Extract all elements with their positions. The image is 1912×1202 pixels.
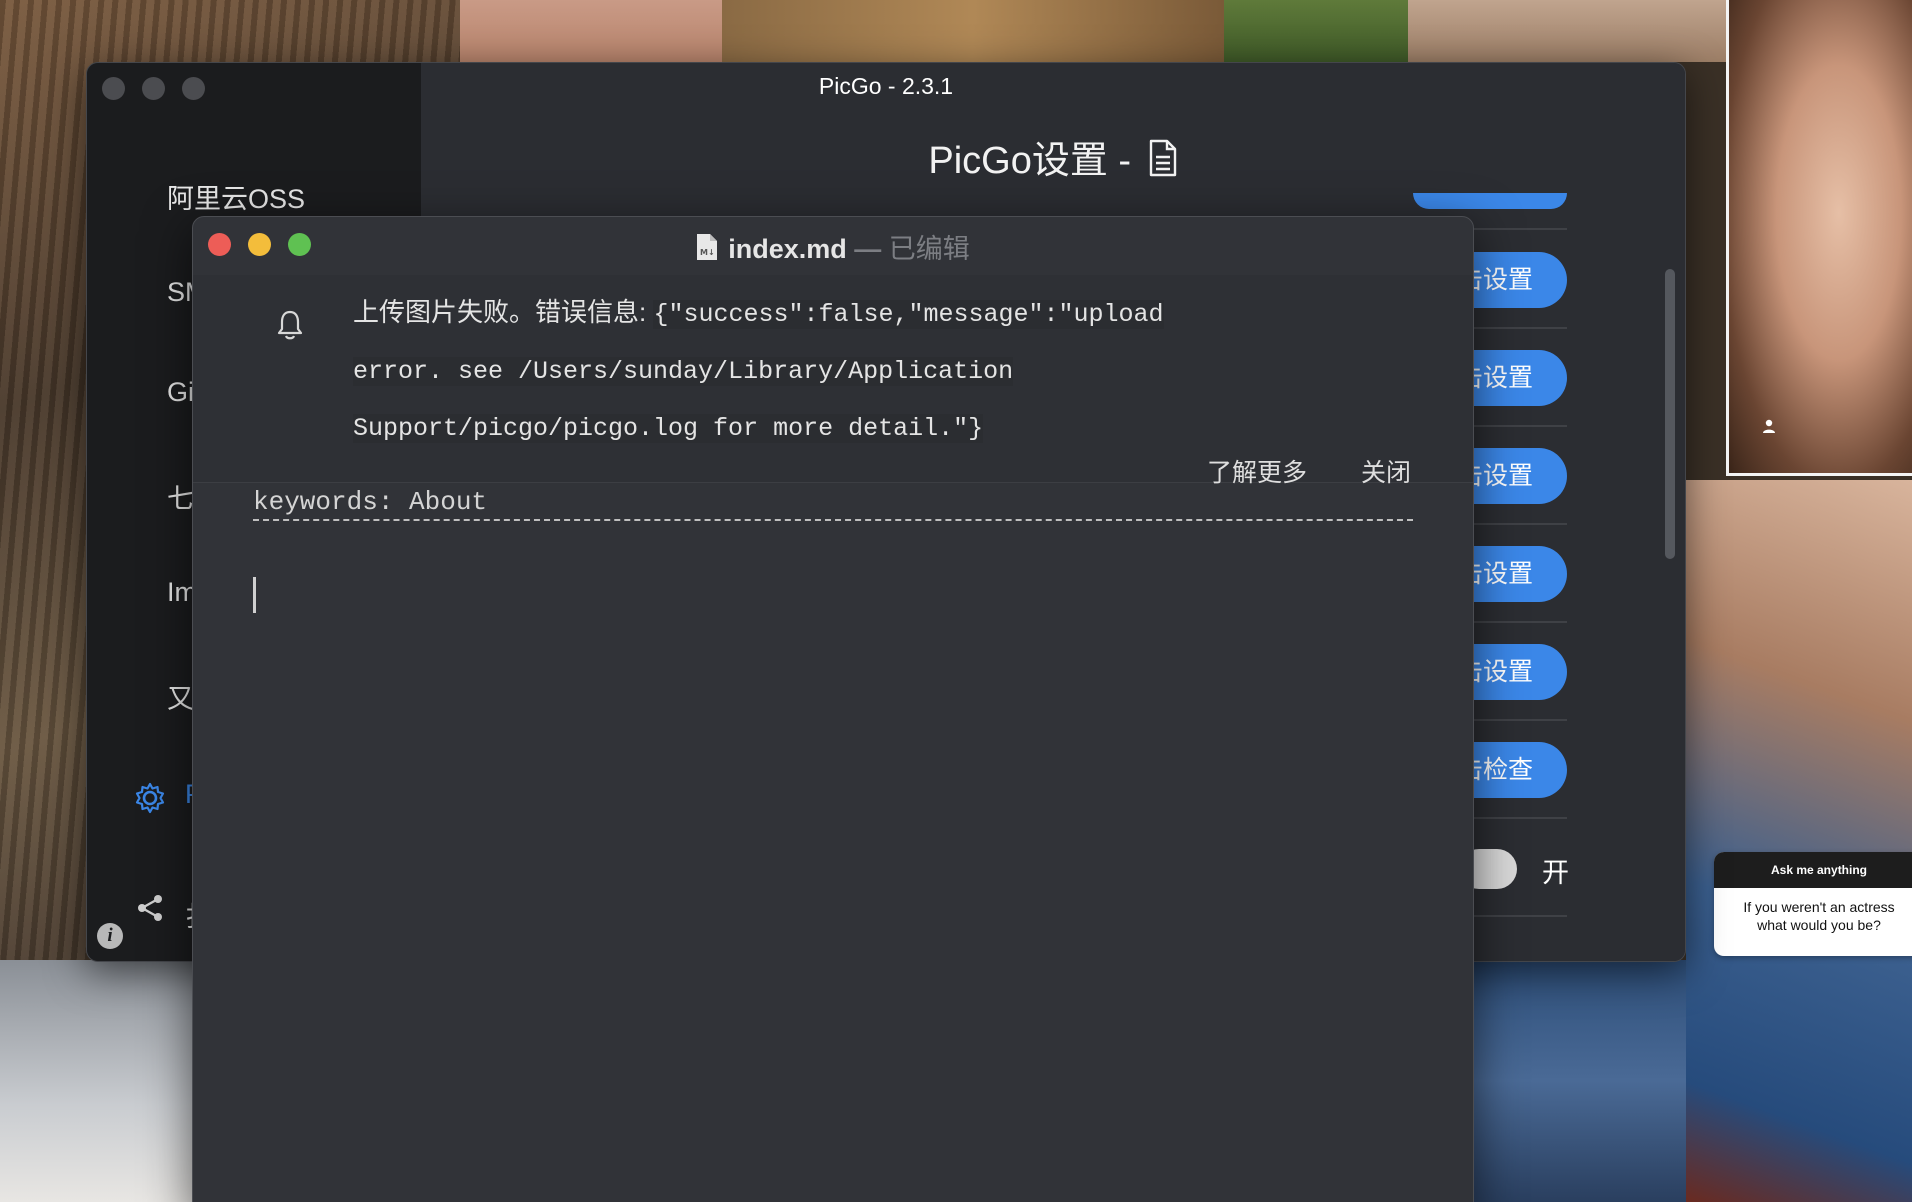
front-matter-divider bbox=[253, 519, 1413, 521]
gear-icon bbox=[133, 781, 167, 820]
ask-card-title: Ask me anything bbox=[1714, 852, 1912, 888]
wallpaper-photo bbox=[0, 960, 200, 1202]
settings-button-partial[interactable] bbox=[1413, 193, 1567, 209]
wallpaper-photo bbox=[460, 0, 722, 62]
editor-title: M↓ index.md — 已编辑 bbox=[193, 227, 1473, 268]
ask-me-anything-card: Ask me anything If you weren't an actres… bbox=[1714, 852, 1912, 956]
ask-card-question: If you weren't an actress what would you… bbox=[1743, 899, 1895, 933]
file-name: index.md bbox=[728, 234, 847, 264]
person-icon bbox=[1757, 418, 1781, 442]
wallpaper-photo bbox=[1686, 480, 1912, 1202]
sidebar-item-qiniu[interactable]: 七 bbox=[167, 477, 194, 516]
wallpaper-photo bbox=[1726, 0, 1912, 476]
wallpaper-photo bbox=[722, 0, 1224, 62]
scrollbar[interactable] bbox=[1665, 269, 1675, 559]
sidebar-item-aliyun-oss[interactable]: 阿里云OSS bbox=[167, 177, 305, 216]
wallpaper-photo bbox=[1408, 0, 1726, 62]
wallpaper-photo bbox=[1472, 960, 1686, 1202]
page-title-text: PicGo设置 - bbox=[928, 140, 1142, 182]
notification-text: 上传图片失败。错误信息: {"success":false,"message":… bbox=[353, 285, 1173, 456]
window-title: PicGo - 2.3.1 bbox=[818, 73, 954, 99]
share-icon bbox=[135, 893, 165, 928]
page-title: PicGo设置 - bbox=[421, 129, 1685, 187]
edit-status: 已编辑 bbox=[888, 234, 970, 264]
markdown-file-icon: M↓ bbox=[696, 233, 718, 268]
notification-message: 上传图片失败。错误信息: bbox=[353, 297, 654, 327]
learn-more-link[interactable]: 了解更多 bbox=[1207, 453, 1307, 489]
sidebar-item-upyun[interactable]: 又 bbox=[167, 677, 194, 716]
svg-text:M↓: M↓ bbox=[700, 248, 715, 257]
front-matter-text[interactable]: keywords: About bbox=[253, 487, 487, 517]
document-icon[interactable] bbox=[1148, 139, 1178, 187]
text-cursor[interactable] bbox=[253, 577, 256, 613]
editor-window: M↓ index.md — 已编辑 上传图片失败。错误信息: {"success"… bbox=[192, 216, 1474, 1202]
close-notification-link[interactable]: 关闭 bbox=[1361, 453, 1411, 489]
bell-icon bbox=[275, 309, 305, 346]
upload-error-notification: 上传图片失败。错误信息: {"success":false,"message":… bbox=[193, 275, 1473, 487]
info-icon[interactable]: i bbox=[97, 923, 123, 949]
sidebar-item-github[interactable]: Gi bbox=[167, 377, 194, 408]
toggle-label: 开 bbox=[1542, 858, 1569, 888]
title-separator: — bbox=[846, 234, 889, 264]
wallpaper-photo bbox=[1224, 0, 1408, 62]
